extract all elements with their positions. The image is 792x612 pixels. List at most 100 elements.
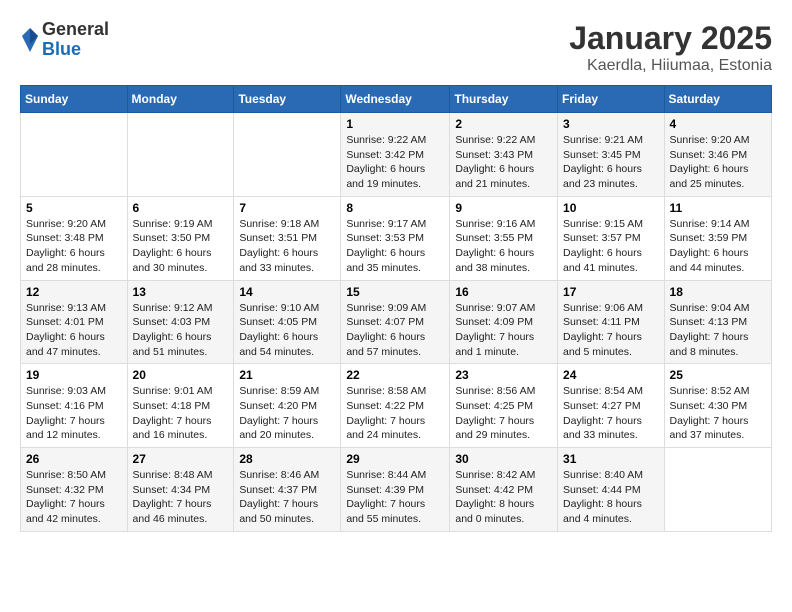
day-number: 28 bbox=[239, 452, 335, 466]
calendar-cell: 14Sunrise: 9:10 AMSunset: 4:05 PMDayligh… bbox=[234, 280, 341, 364]
calendar-cell: 5 Sunrise: 9:20 AMSunset: 3:48 PMDaylight… bbox=[21, 196, 128, 280]
calendar-cell: 23 Sunrise: 8:56 AMSunset: 4:25 PMDayligh… bbox=[450, 364, 558, 448]
day-number: 20 bbox=[133, 368, 229, 382]
calendar-cell: 15 Sunrise: 9:09 AMSunset: 4:07 PMDayligh… bbox=[341, 280, 450, 364]
calendar-cell: 18 Sunrise: 9:04 AMSunset: 4:13 PMDayligh… bbox=[664, 280, 771, 364]
day-number: 22 bbox=[346, 368, 444, 382]
page-subtitle: Kaerdla, Hiiumaa, Estonia bbox=[569, 57, 772, 75]
day-info: Sunrise: 9:17 AMSunset: 3:53 PMDaylight:… bbox=[346, 217, 444, 276]
day-number: 5 bbox=[26, 201, 122, 215]
day-number: 13 bbox=[133, 285, 229, 299]
calendar-cell: 19 Sunrise: 9:03 AMSunset: 4:16 PMDayligh… bbox=[21, 364, 128, 448]
logo-general: General bbox=[42, 20, 109, 40]
day-number: 29 bbox=[346, 452, 444, 466]
calendar-week-2: 5 Sunrise: 9:20 AMSunset: 3:48 PMDaylight… bbox=[21, 196, 772, 280]
day-number: 18 bbox=[670, 285, 766, 299]
day-number: 19 bbox=[26, 368, 122, 382]
calendar-cell bbox=[664, 448, 771, 532]
calendar-cell: 9 Sunrise: 9:16 AMSunset: 3:55 PMDaylight… bbox=[450, 196, 558, 280]
day-info: Sunrise: 9:01 AMSunset: 4:18 PMDaylight:… bbox=[133, 384, 229, 443]
day-info: Sunrise: 9:20 AMSunset: 3:48 PMDaylight:… bbox=[26, 217, 122, 276]
calendar-cell: 22 Sunrise: 8:58 AMSunset: 4:22 PMDayligh… bbox=[341, 364, 450, 448]
day-info: Sunrise: 9:22 AMSunset: 3:43 PMDaylight:… bbox=[455, 133, 552, 192]
calendar-week-1: 1Sunrise: 9:22 AMSunset: 3:42 PMDaylight… bbox=[21, 113, 772, 197]
day-number: 1 bbox=[346, 117, 444, 131]
day-number: 7 bbox=[239, 201, 335, 215]
calendar-cell: 16 Sunrise: 9:07 AMSunset: 4:09 PMDayligh… bbox=[450, 280, 558, 364]
calendar-cell: 30Sunrise: 8:42 AMSunset: 4:42 PMDayligh… bbox=[450, 448, 558, 532]
weekday-header-friday: Friday bbox=[558, 86, 665, 113]
day-info: Sunrise: 9:04 AMSunset: 4:13 PMDaylight:… bbox=[670, 301, 766, 360]
calendar-cell: 31Sunrise: 8:40 AMSunset: 4:44 PMDayligh… bbox=[558, 448, 665, 532]
day-number: 16 bbox=[455, 285, 552, 299]
day-info: Sunrise: 9:16 AMSunset: 3:55 PMDaylight:… bbox=[455, 217, 552, 276]
day-info: Sunrise: 9:15 AMSunset: 3:57 PMDaylight:… bbox=[563, 217, 659, 276]
day-info: Sunrise: 9:03 AMSunset: 4:16 PMDaylight:… bbox=[26, 384, 122, 443]
calendar-cell bbox=[234, 113, 341, 197]
day-info: Sunrise: 9:07 AMSunset: 4:09 PMDaylight:… bbox=[455, 301, 552, 360]
day-number: 2 bbox=[455, 117, 552, 131]
day-info: Sunrise: 9:18 AMSunset: 3:51 PMDaylight:… bbox=[239, 217, 335, 276]
day-number: 11 bbox=[670, 201, 766, 215]
calendar-cell: 20 Sunrise: 9:01 AMSunset: 4:18 PMDayligh… bbox=[127, 364, 234, 448]
day-info: Sunrise: 9:06 AMSunset: 4:11 PMDaylight:… bbox=[563, 301, 659, 360]
logo-text: General Blue bbox=[42, 20, 109, 60]
weekday-header-saturday: Saturday bbox=[664, 86, 771, 113]
calendar-cell: 17 Sunrise: 9:06 AMSunset: 4:11 PMDayligh… bbox=[558, 280, 665, 364]
day-info: Sunrise: 9:20 AMSunset: 3:46 PMDaylight:… bbox=[670, 133, 766, 192]
day-number: 21 bbox=[239, 368, 335, 382]
calendar-cell: 28 Sunrise: 8:46 AMSunset: 4:37 PMDayligh… bbox=[234, 448, 341, 532]
calendar-cell: 10Sunrise: 9:15 AMSunset: 3:57 PMDayligh… bbox=[558, 196, 665, 280]
calendar-cell: 3 Sunrise: 9:21 AMSunset: 3:45 PMDaylight… bbox=[558, 113, 665, 197]
day-info: Sunrise: 9:13 AMSunset: 4:01 PMDaylight:… bbox=[26, 301, 122, 360]
title-block: January 2025 Kaerdla, Hiiumaa, Estonia bbox=[569, 20, 772, 75]
calendar-cell: 2 Sunrise: 9:22 AMSunset: 3:43 PMDaylight… bbox=[450, 113, 558, 197]
day-number: 25 bbox=[670, 368, 766, 382]
page-header: General Blue January 2025 Kaerdla, Hiium… bbox=[20, 20, 772, 75]
day-number: 6 bbox=[133, 201, 229, 215]
weekday-header-row: SundayMondayTuesdayWednesdayThursdayFrid… bbox=[21, 86, 772, 113]
day-number: 31 bbox=[563, 452, 659, 466]
day-number: 24 bbox=[563, 368, 659, 382]
weekday-header-sunday: Sunday bbox=[21, 86, 128, 113]
day-info: Sunrise: 8:59 AMSunset: 4:20 PMDaylight:… bbox=[239, 384, 335, 443]
calendar-cell bbox=[21, 113, 128, 197]
day-info: Sunrise: 9:21 AMSunset: 3:45 PMDaylight:… bbox=[563, 133, 659, 192]
day-info: Sunrise: 9:14 AMSunset: 3:59 PMDaylight:… bbox=[670, 217, 766, 276]
day-info: Sunrise: 8:48 AMSunset: 4:34 PMDaylight:… bbox=[133, 468, 229, 527]
day-info: Sunrise: 8:46 AMSunset: 4:37 PMDaylight:… bbox=[239, 468, 335, 527]
day-number: 3 bbox=[563, 117, 659, 131]
calendar-week-4: 19 Sunrise: 9:03 AMSunset: 4:16 PMDayligh… bbox=[21, 364, 772, 448]
day-info: Sunrise: 8:56 AMSunset: 4:25 PMDaylight:… bbox=[455, 384, 552, 443]
day-number: 26 bbox=[26, 452, 122, 466]
calendar-week-5: 26 Sunrise: 8:50 AMSunset: 4:32 PMDayligh… bbox=[21, 448, 772, 532]
calendar-week-3: 12 Sunrise: 9:13 AMSunset: 4:01 PMDayligh… bbox=[21, 280, 772, 364]
day-number: 9 bbox=[455, 201, 552, 215]
calendar-cell: 12 Sunrise: 9:13 AMSunset: 4:01 PMDayligh… bbox=[21, 280, 128, 364]
calendar-cell: 27Sunrise: 8:48 AMSunset: 4:34 PMDayligh… bbox=[127, 448, 234, 532]
calendar-cell: 8Sunrise: 9:17 AMSunset: 3:53 PMDaylight… bbox=[341, 196, 450, 280]
day-info: Sunrise: 8:58 AMSunset: 4:22 PMDaylight:… bbox=[346, 384, 444, 443]
logo: General Blue bbox=[20, 20, 109, 60]
weekday-header-monday: Monday bbox=[127, 86, 234, 113]
day-info: Sunrise: 9:09 AMSunset: 4:07 PMDaylight:… bbox=[346, 301, 444, 360]
day-info: Sunrise: 8:50 AMSunset: 4:32 PMDaylight:… bbox=[26, 468, 122, 527]
day-info: Sunrise: 9:19 AMSunset: 3:50 PMDaylight:… bbox=[133, 217, 229, 276]
day-number: 23 bbox=[455, 368, 552, 382]
day-number: 12 bbox=[26, 285, 122, 299]
calendar-cell: 4 Sunrise: 9:20 AMSunset: 3:46 PMDaylight… bbox=[664, 113, 771, 197]
calendar-cell: 29 Sunrise: 8:44 AMSunset: 4:39 PMDayligh… bbox=[341, 448, 450, 532]
calendar-cell: 21 Sunrise: 8:59 AMSunset: 4:20 PMDayligh… bbox=[234, 364, 341, 448]
weekday-header-tuesday: Tuesday bbox=[234, 86, 341, 113]
calendar-cell bbox=[127, 113, 234, 197]
day-info: Sunrise: 8:52 AMSunset: 4:30 PMDaylight:… bbox=[670, 384, 766, 443]
day-number: 15 bbox=[346, 285, 444, 299]
day-info: Sunrise: 8:44 AMSunset: 4:39 PMDaylight:… bbox=[346, 468, 444, 527]
day-number: 17 bbox=[563, 285, 659, 299]
page-title: January 2025 bbox=[569, 20, 772, 57]
calendar-cell: 13 Sunrise: 9:12 AMSunset: 4:03 PMDayligh… bbox=[127, 280, 234, 364]
day-info: Sunrise: 9:12 AMSunset: 4:03 PMDaylight:… bbox=[133, 301, 229, 360]
day-number: 4 bbox=[670, 117, 766, 131]
weekday-header-wednesday: Wednesday bbox=[341, 86, 450, 113]
logo-icon bbox=[20, 26, 40, 54]
